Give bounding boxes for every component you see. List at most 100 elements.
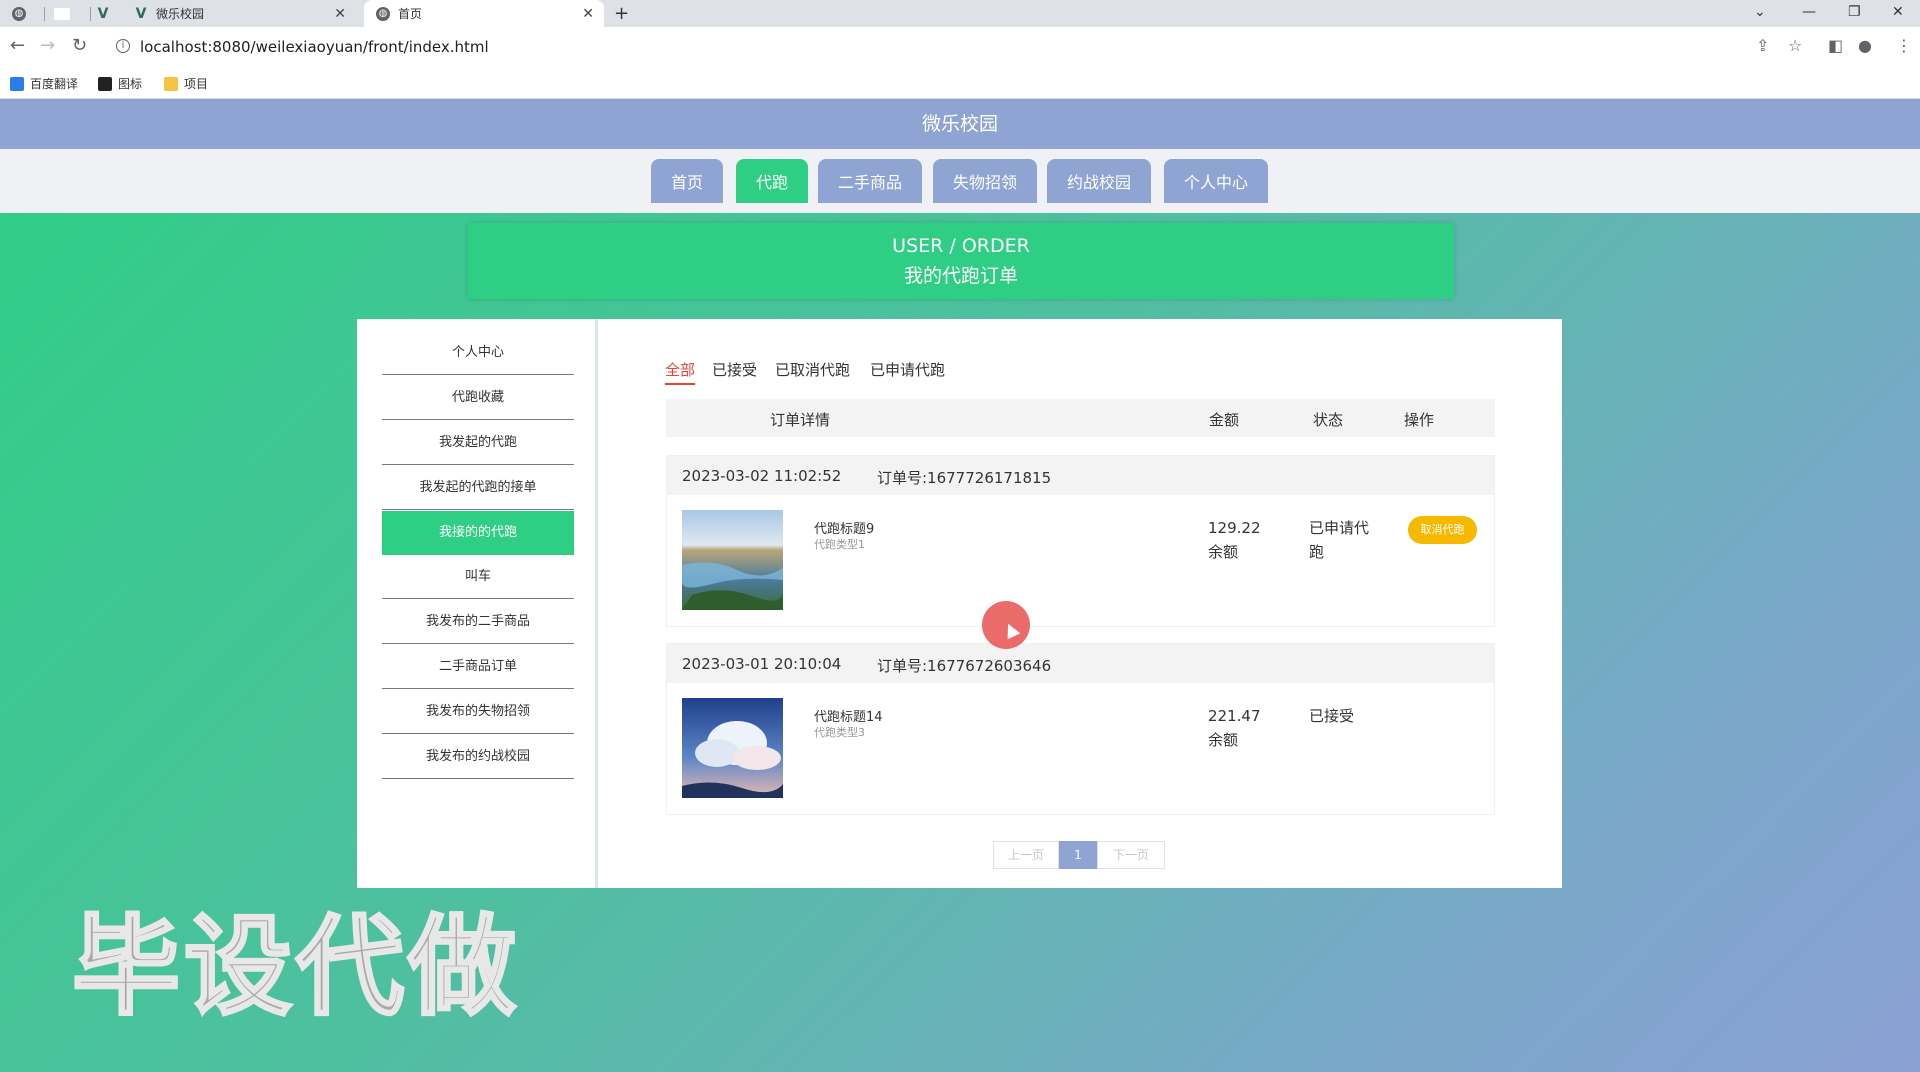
sidebar-item-my-campus-battle[interactable]: 我发布的约战校园	[382, 735, 574, 779]
menu-personal-center[interactable]: 个人中心	[1164, 159, 1268, 203]
sidebar-item-my-errands[interactable]: 我发起的代跑	[382, 421, 574, 465]
order-thumbnail-image[interactable]	[682, 698, 783, 798]
image-icon	[98, 76, 112, 91]
close-window-icon[interactable]: ✕	[1892, 0, 1904, 24]
tab-accepted[interactable]: 已接受	[712, 359, 757, 380]
menu-campus-battle[interactable]: 约战校园	[1047, 159, 1151, 203]
payment-method: 余额	[1208, 543, 1239, 561]
browser-tab-3[interactable]: V	[96, 0, 124, 27]
sidebar-item-errand-favorites[interactable]: 代跑收藏	[382, 376, 574, 420]
banner-en: USER / ORDER	[892, 235, 1030, 257]
header-detail: 订单详情	[770, 411, 831, 429]
page-banner: USER / ORDER 我的代跑订单	[468, 223, 1454, 299]
vue-icon: V	[97, 5, 109, 22]
share-icon[interactable]: ⇪	[1756, 36, 1769, 55]
header-action: 操作	[1404, 411, 1435, 429]
header-status: 状态	[1313, 411, 1344, 429]
sidebar-item-accepted-errands[interactable]: 我接的的代跑	[382, 511, 574, 555]
order-title[interactable]: 代跑标题14	[814, 706, 883, 725]
new-tab-button[interactable]: +	[614, 0, 638, 27]
menu-lost-found[interactable]: 失物招领	[933, 159, 1037, 203]
order-amount: 221.47 余额	[1208, 704, 1261, 752]
back-arrow-icon[interactable]: ←	[10, 35, 25, 56]
order-status: 已接受	[1309, 707, 1355, 725]
tab-applied[interactable]: 已申请代跑	[870, 359, 945, 380]
order-row: 2023-03-02 11:02:52 订单号:1677726171815 代跑…	[666, 455, 1495, 627]
star-icon[interactable]: ☆	[1788, 36, 1802, 55]
tab-cancelled[interactable]: 已取消代跑	[775, 359, 850, 380]
globe-icon: ◍	[376, 6, 390, 21]
bookmark-baidu-translate[interactable]: 百度翻译	[10, 75, 78, 92]
browser-tab-home[interactable]: ◍ 首页 ✕	[364, 0, 604, 27]
reload-icon[interactable]: ↻	[72, 35, 87, 56]
menu-dots-icon[interactable]: ⋮	[1896, 36, 1912, 55]
cancel-errand-button[interactable]: 取消代跑	[1408, 516, 1477, 544]
info-icon[interactable]: i	[116, 39, 130, 53]
payment-method: 余额	[1208, 731, 1239, 749]
globe-icon: ◍	[12, 6, 26, 21]
sidebar-item-my-lost-found[interactable]: 我发布的失物招领	[382, 690, 574, 734]
url-text: localhost:8080/weilexiaoyuan/front/index…	[140, 38, 489, 56]
page-1-button[interactable]: 1	[1059, 841, 1097, 869]
forward-arrow-icon[interactable]: →	[40, 35, 55, 56]
sidebar-item-my-errand-orders[interactable]: 我发起的代跑的接单	[382, 466, 574, 510]
side-panel-icon[interactable]: ◧	[1828, 36, 1843, 55]
close-icon[interactable]: ✕	[334, 6, 346, 22]
tab-title: 微乐校园	[156, 7, 205, 21]
order-number: 订单号:1677726171815	[877, 469, 1052, 487]
order-header: 2023-03-01 20:10:04 订单号:1677672603646	[667, 644, 1494, 683]
bookmark-icons[interactable]: 图标	[98, 75, 142, 92]
banner-cn: 我的代跑订单	[903, 265, 1018, 287]
bookmarks-bar: 百度翻译 图标 项目	[0, 67, 1920, 99]
browser-tab-2[interactable]	[54, 0, 82, 27]
tab-title: 首页	[398, 7, 423, 21]
content-panel: 个人中心 代跑收藏 我发起的代跑 我发起的代跑的接单 我接的的代跑 叫车 我发布…	[357, 319, 1562, 888]
bookmark-label: 项目	[184, 77, 209, 91]
site-title: 微乐校园	[0, 99, 1920, 149]
blank-page-icon	[54, 7, 70, 20]
table-header: 订单详情 金额 状态 操作	[666, 399, 1495, 437]
main-menu: 首页 代跑 二手商品 失物招领 约战校园 个人中心	[0, 149, 1920, 213]
profile-icon[interactable]: ●	[1858, 36, 1872, 55]
tab-separator	[90, 7, 91, 21]
header-amount: 金额	[1209, 411, 1240, 429]
url-field[interactable]: i localhost:8080/weilexiaoyuan/front/ind…	[106, 32, 1806, 62]
folder-icon	[164, 76, 178, 91]
order-amount: 129.22 余额	[1208, 516, 1261, 564]
sidebar-item-second-hand-orders[interactable]: 二手商品订单	[382, 645, 574, 689]
amount-value: 129.22	[1208, 519, 1261, 537]
menu-home[interactable]: 首页	[651, 159, 723, 203]
menu-errand[interactable]: 代跑	[736, 159, 808, 203]
order-header: 2023-03-02 11:02:52 订单号:1677726171815	[667, 456, 1494, 495]
order-time: 2023-03-02 11:02:52	[682, 467, 842, 485]
bookmark-label: 百度翻译	[30, 77, 79, 91]
minimize-icon[interactable]: —	[1802, 0, 1816, 24]
menu-second-hand[interactable]: 二手商品	[818, 159, 922, 203]
address-bar-row: ← → ↻ i localhost:8080/weilexiaoyuan/fro…	[0, 27, 1920, 67]
sidebar-item-call-car[interactable]: 叫车	[382, 555, 574, 599]
sidebar-divider	[595, 319, 598, 888]
close-icon[interactable]: ✕	[582, 6, 594, 22]
browser-tab-bar: ◍ V V 微乐校园 ✕ ◍ 首页 ✕ + ⌄ — ❐ ✕	[0, 0, 1920, 27]
translate-icon	[10, 76, 24, 91]
tab-all[interactable]: 全部	[665, 359, 696, 385]
order-time: 2023-03-01 20:10:04	[682, 655, 842, 673]
page-body: 微乐校园 首页 代跑 二手商品 失物招领 约战校园 个人中心 USER / OR…	[0, 99, 1920, 1072]
order-number: 订单号:1677672603646	[877, 657, 1052, 675]
browser-tab-1[interactable]: ◍	[12, 0, 40, 27]
bookmark-project[interactable]: 项目	[164, 75, 208, 92]
bookmark-label: 图标	[118, 77, 143, 91]
order-title[interactable]: 代跑标题9	[814, 518, 874, 537]
browser-tab-weile[interactable]: V 微乐校园 ✕	[134, 0, 356, 27]
order-row: 2023-03-01 20:10:04 订单号:1677672603646 代跑…	[666, 643, 1495, 815]
sidebar-item-my-second-hand[interactable]: 我发布的二手商品	[382, 600, 574, 644]
restore-icon[interactable]: ❐	[1848, 0, 1861, 24]
amount-value: 221.47	[1208, 707, 1261, 725]
prev-page-button[interactable]: 上一页	[993, 841, 1059, 869]
chevron-down-icon[interactable]: ⌄	[1754, 0, 1766, 24]
order-thumbnail-image[interactable]	[682, 510, 783, 610]
order-type: 代跑类型1	[814, 538, 865, 551]
sidebar-item-personal-center[interactable]: 个人中心	[382, 331, 574, 375]
next-page-button[interactable]: 下一页	[1097, 841, 1165, 869]
vue-icon: V	[135, 5, 147, 22]
